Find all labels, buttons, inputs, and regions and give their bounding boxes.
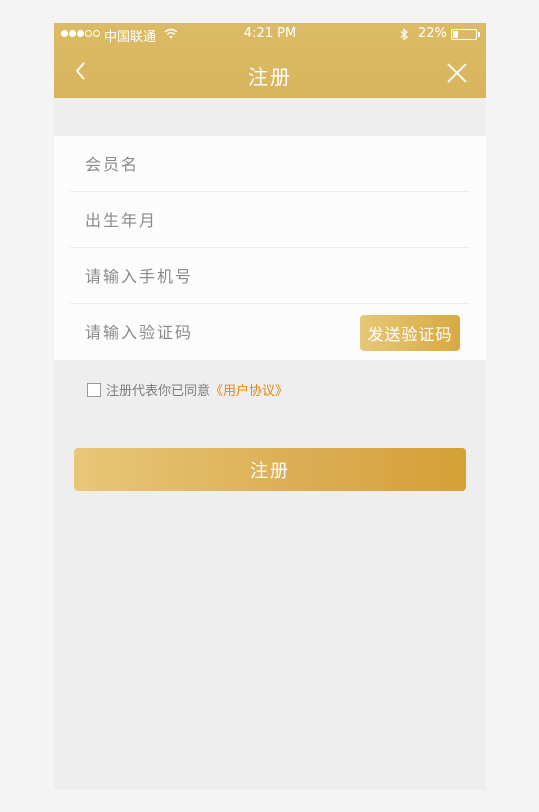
battery-percent: 22% [418,26,447,41]
user-agreement-link[interactable]: 《用户协议》 [210,384,288,399]
page-title: 注册 [248,65,292,89]
code-row: 发送验证码 [70,304,470,360]
verification-code-input[interactable] [85,304,345,360]
agreement-checkbox[interactable] [87,383,101,397]
battery-tip [478,32,480,37]
navbar: 注册 [54,47,486,98]
bluetooth-icon [400,28,409,45]
send-code-button[interactable]: 发送验证码 [360,315,460,351]
status-bar: 中国联通 4:21 PM 22% [54,23,486,47]
registration-form: 发送验证码 [54,136,486,360]
battery-icon [451,29,477,40]
close-icon[interactable] [445,61,469,85]
phone-row [70,248,470,304]
birth-month-row [70,192,470,248]
agreement-text: 注册代表你已同意 [106,384,211,399]
phone-input[interactable] [85,248,345,304]
member-name-row [70,136,470,192]
header: 中国联通 4:21 PM 22% 注册 [54,23,486,98]
phone-screen: 中国联通 4:21 PM 22% 注册 会员名 出生年月 请输入手机号 请输入验… [54,23,486,790]
birth-month-input[interactable] [85,192,345,248]
register-button[interactable]: 注册 [74,448,466,491]
member-name-input[interactable] [85,136,345,192]
agreement-line: 注册代表你已同意《用户协议》 [87,380,288,399]
